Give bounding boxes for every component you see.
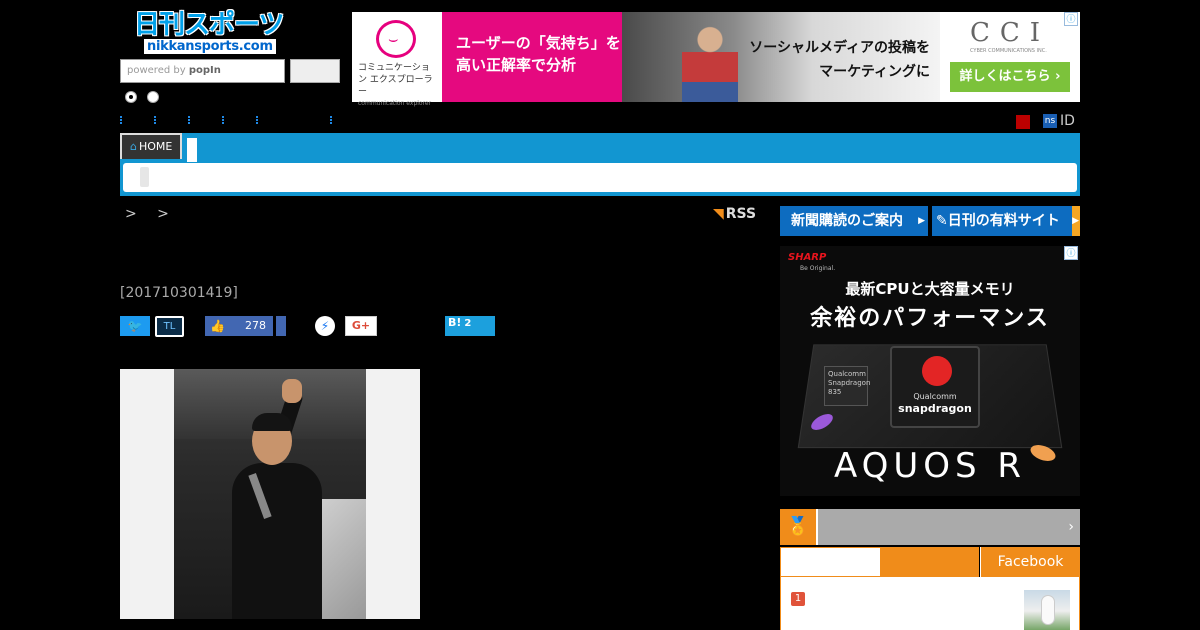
messenger-icon: ⚡ xyxy=(320,319,330,333)
ad-person-image xyxy=(682,22,738,102)
article-id: [201710301419] xyxy=(120,285,238,301)
logo-text: 日刊スポーツ xyxy=(134,10,284,40)
home-tab[interactable]: ⌂ HOME xyxy=(120,133,182,159)
ad-headline: ユーザーの「気持ち」を 高い正解率で分析 xyxy=(442,12,622,102)
snapdragon-chip: Qualcomm snapdragon xyxy=(890,346,980,428)
sub-nav-item[interactable] xyxy=(256,116,260,124)
twitter-share-button[interactable]: 🐦 xyxy=(120,316,150,336)
sharp-logo: SHARP xyxy=(788,252,827,263)
aquos-logo: AQUOS R xyxy=(833,446,1027,486)
search-button[interactable] xyxy=(290,59,340,83)
popin-logo: popIn xyxy=(188,65,221,76)
ad-photo-text: ソーシャルメディアの投稿を マーケティングに xyxy=(749,40,930,80)
sharp-tagline: Be Original. xyxy=(800,265,836,272)
sidebar-ad[interactable]: SHARP Be Original. 最新CPUと大容量メモリ 余裕のパフォーマ… xyxy=(780,246,1080,496)
ranking-header[interactable]: 🏅 › xyxy=(780,509,1080,545)
sub-nav-item[interactable] xyxy=(330,116,334,124)
sub-nav-row xyxy=(120,116,334,124)
account-red-icon[interactable] xyxy=(1016,115,1030,129)
site-logo[interactable]: 日刊スポーツ nikkansports.com xyxy=(130,10,290,56)
sub-nav-item[interactable] xyxy=(154,116,158,124)
logo-subtext: nikkansports.com xyxy=(144,39,276,54)
ad-info-icon[interactable]: ⓘ xyxy=(1064,246,1078,260)
ns-icon[interactable]: ns xyxy=(1043,114,1057,128)
facebook-like-button[interactable]: 👍 278 xyxy=(205,316,273,336)
article-photo[interactable] xyxy=(120,369,420,619)
ranking-list: 1 xyxy=(780,577,1080,630)
ad-brand-name: コミュニケーション エクスプローラー communication explorer xyxy=(358,63,433,107)
ad-headline-1: 最新CPUと大容量メモリ xyxy=(845,280,1015,298)
top-banner-ad[interactable]: コミュニケーション エクスプローラーcommunication explorer… xyxy=(352,12,1080,107)
arrow-right-icon: ▶ xyxy=(1072,216,1079,226)
speech-bubble-icon xyxy=(376,20,416,58)
hatena-count: 2 xyxy=(464,318,472,329)
id-login-link[interactable]: ID xyxy=(1060,113,1075,129)
facebook-share-button[interactable] xyxy=(276,316,286,336)
cci-logo: CCI xyxy=(970,18,1051,48)
arrow-right-icon: ▶ xyxy=(918,216,925,226)
mini-chip-label: Qualcomm Snapdragon 835 xyxy=(824,366,870,406)
search-powered-by: powered by popIn xyxy=(127,65,221,76)
chevron-right-icon: › xyxy=(1068,519,1074,535)
ad-cta-panel: CCI CYBER COMMUNICATIONS INC. 詳しくはこちら › … xyxy=(940,12,1080,102)
hatena-bookmark-button[interactable]: B! 2 xyxy=(445,316,495,336)
search-scope-radio-1[interactable] xyxy=(125,91,137,103)
ad-headline-2: 余裕のパフォーマンス xyxy=(810,305,1050,331)
pencil-icon: ✎ xyxy=(936,213,948,229)
ranking-tab-1[interactable] xyxy=(780,547,881,577)
ad-photo-panel: ソーシャルメディアの投稿を マーケティングに xyxy=(622,12,940,102)
search-scope-radio-2[interactable] xyxy=(147,91,159,103)
home-icon: ⌂ xyxy=(130,140,137,153)
ranking-tab-2[interactable] xyxy=(881,547,979,577)
ad-info-icon[interactable]: ⓘ xyxy=(1064,12,1078,26)
like-count: 278 xyxy=(245,319,266,332)
photo-image xyxy=(174,369,366,619)
rank-number: 1 xyxy=(791,592,805,606)
ranking-thumbnail[interactable] xyxy=(1024,590,1070,630)
timeline-button[interactable]: TL xyxy=(155,316,184,337)
breadcrumb[interactable]: > > xyxy=(125,206,177,222)
nav-tab[interactable] xyxy=(187,138,197,162)
google-plus-button[interactable]: G+ xyxy=(345,316,377,336)
sub-nav-item[interactable] xyxy=(120,116,124,124)
twitter-bird-icon: 🐦 xyxy=(127,319,143,333)
sub-nav-item[interactable] xyxy=(222,116,226,124)
ad-brand-panel: コミュニケーション エクスプローラーcommunication explorer xyxy=(352,12,442,107)
snapdragon-logo-icon xyxy=(922,356,952,386)
medal-icon: 🏅 xyxy=(780,509,818,545)
cci-subtext: CYBER COMMUNICATIONS INC. xyxy=(970,48,1047,54)
messenger-share-button[interactable]: ⚡ xyxy=(315,316,335,336)
sub-nav-stub[interactable] xyxy=(140,167,149,187)
thumbs-up-icon: 👍 xyxy=(210,319,225,333)
ranking-tabs: Facebook xyxy=(780,547,1080,577)
search-input[interactable]: powered by popIn xyxy=(120,59,285,83)
ad-details-button[interactable]: 詳しくはこちら › xyxy=(950,62,1070,92)
ranking-tab-facebook[interactable]: Facebook xyxy=(980,547,1080,577)
sub-nav-field xyxy=(123,163,1077,192)
newspaper-subscription-button[interactable]: 新聞購読のご案内 ▶ xyxy=(780,206,928,236)
paid-site-button[interactable]: ✎日刊の有料サイト ▶ xyxy=(932,206,1080,236)
rss-link[interactable]: ◥ RSS xyxy=(713,206,756,222)
sub-nav-item[interactable] xyxy=(188,116,192,124)
rss-icon: ◥ xyxy=(713,206,724,222)
